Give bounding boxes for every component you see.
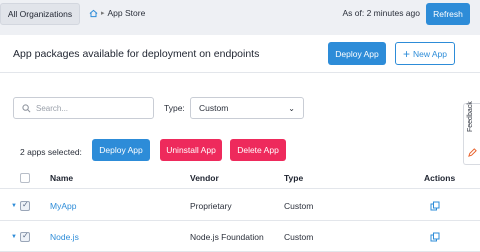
app-name-link[interactable]: MyApp	[50, 201, 76, 211]
search-input[interactable]	[36, 103, 146, 113]
top-bar: All Organizations ▸ App Store As of: 2 m…	[0, 0, 480, 30]
breadcrumb-current: App Store	[107, 8, 146, 18]
row-checkbox[interactable]	[20, 200, 30, 211]
search-box[interactable]	[13, 97, 154, 119]
page-title: App packages available for deployment on…	[13, 48, 260, 60]
expand-row-icon[interactable]: ▼	[11, 203, 17, 209]
bulk-delete-button[interactable]: Delete App	[230, 139, 286, 161]
type-filter-select[interactable]: Custom ⌄	[190, 97, 304, 119]
organization-selector-button[interactable]: All Organizations	[0, 3, 80, 25]
select-all-checkbox[interactable]	[20, 172, 30, 183]
feedback-label: Feedback	[467, 101, 474, 132]
row-checkbox[interactable]	[20, 231, 30, 242]
copy-icon[interactable]	[430, 201, 440, 211]
bulk-uninstall-button[interactable]: Uninstall App	[160, 139, 222, 161]
last-updated-text: As of: 2 minutes ago	[342, 8, 421, 18]
app-type: Custom	[284, 231, 314, 242]
deploy-app-button[interactable]: Deploy App	[328, 42, 386, 65]
app-vendor: Node.js Foundation	[190, 231, 264, 242]
column-header-name[interactable]: Name	[50, 173, 73, 183]
new-app-button[interactable]: + New App	[395, 42, 455, 65]
app-store-panel: App packages available for deployment on…	[0, 35, 480, 252]
table-header: Name Vendor Type Actions	[0, 167, 480, 189]
column-header-vendor[interactable]: Vendor	[190, 173, 219, 183]
panel-header: App packages available for deployment on…	[0, 35, 480, 73]
breadcrumb: ▸ App Store	[89, 8, 145, 18]
column-header-type[interactable]: Type	[284, 173, 303, 183]
table-row[interactable]: ▼ MyApp Proprietary Custom	[0, 191, 480, 221]
feedback-icon	[468, 148, 477, 157]
copy-icon[interactable]	[430, 232, 440, 242]
home-icon[interactable]	[89, 9, 98, 18]
search-icon	[22, 103, 31, 112]
app-vendor: Proprietary	[190, 200, 232, 211]
breadcrumb-separator: ▸	[101, 10, 105, 17]
chevron-down-icon: ⌄	[288, 103, 295, 113]
plus-icon: +	[402, 46, 410, 61]
new-app-label: New App	[412, 48, 448, 59]
expand-row-icon[interactable]: ▼	[11, 234, 17, 240]
type-filter-label: Type:	[164, 103, 185, 113]
app-name-link[interactable]: Node.js	[50, 232, 79, 242]
refresh-button[interactable]: Refresh	[426, 3, 470, 25]
table-row[interactable]: ▼ Node.js Node.js Foundation Custom	[0, 222, 480, 252]
type-filter-value: Custom	[199, 103, 229, 113]
bulk-deploy-button[interactable]: Deploy App	[92, 139, 150, 161]
app-type: Custom	[284, 200, 314, 211]
column-header-actions: Actions	[424, 172, 456, 183]
selection-count: 2 apps selected:	[20, 147, 82, 157]
feedback-tab[interactable]: Feedback	[463, 101, 480, 165]
